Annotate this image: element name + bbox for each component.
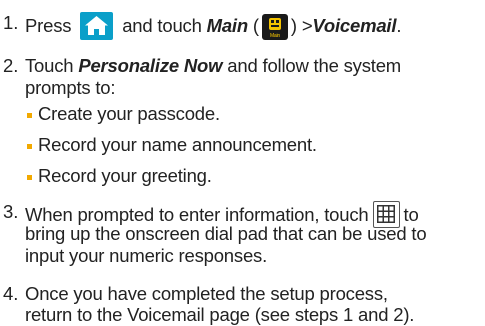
step-number: 3. (3, 201, 19, 222)
bullet-marker (27, 175, 32, 180)
step-4-line-1: Once you have completed the setup proces… (25, 283, 388, 304)
step-3-text-a: When prompted to enter information, touc… (25, 204, 369, 225)
step-number: 2. (3, 55, 19, 76)
step-1-and-touch: and touch (122, 15, 202, 36)
step-2-line-1: Touch Personalize Now and follow the sys… (25, 55, 401, 77)
paren-close: ) (290, 15, 297, 36)
bullet-item: Create your passcode. (38, 103, 220, 124)
arrow-separator: > (301, 15, 313, 36)
bullet-item: Record your name announcement. (38, 134, 317, 155)
main-app-icon: Main (261, 14, 288, 40)
step-2-line-2: prompts to: (25, 77, 116, 98)
period: . (396, 15, 402, 36)
step-2-touch: Touch (25, 55, 74, 76)
paren-open: ( (252, 15, 259, 36)
step-2-rest: and follow the system (227, 55, 401, 76)
step-3-line-3: input your numeric responses. (25, 245, 268, 266)
step-3-line-2: bring up the onscreen dial pad that can … (25, 223, 427, 244)
bullet-item: Record your greeting. (38, 165, 212, 186)
bullet-marker (27, 144, 32, 149)
step-1-press: Press (25, 15, 72, 36)
home-icon (80, 12, 114, 40)
voicemail-label: Voicemail (312, 15, 397, 36)
instruction-document: 1. Press and touch Main ( Main ) >Voicem… (0, 0, 485, 326)
main-label: Main (206, 15, 249, 36)
step-3-text-b: to (403, 204, 419, 225)
main-icon-caption: Main (270, 33, 280, 39)
step-4-line-2: return to the Voicemail page (see steps … (25, 304, 415, 325)
personalize-now-label: Personalize Now (78, 55, 223, 76)
step-number: 1. (3, 12, 19, 33)
bullet-marker (27, 113, 32, 118)
step-1-text: Press and touch Main ( Main ) >Voicemail… (25, 12, 401, 40)
step-number: 4. (3, 283, 19, 304)
